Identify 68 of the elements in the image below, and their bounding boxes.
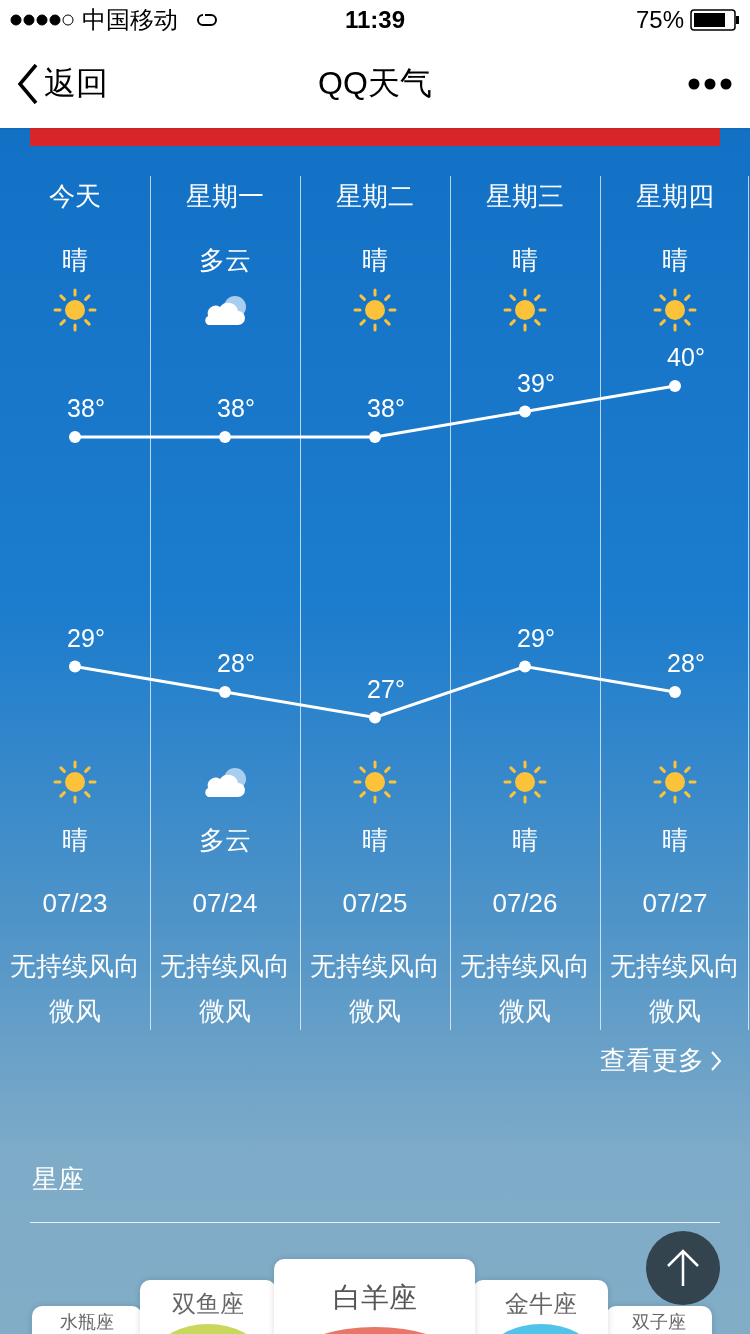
sign-card[interactable]: 双子座	[606, 1306, 712, 1334]
sign-card[interactable]: 水瓶座	[32, 1306, 142, 1334]
temperature-point	[669, 686, 681, 698]
temperature-point	[69, 431, 81, 443]
temperature-label: 28°	[217, 649, 255, 677]
temperature-label: 29°	[517, 623, 555, 652]
day-label: 星期一	[186, 179, 264, 213]
battery-icon	[690, 9, 740, 31]
sign-card[interactable]: 双鱼座	[140, 1280, 276, 1334]
temperature-label: 29°	[67, 623, 105, 652]
condition-label: 多云	[199, 243, 251, 277]
battery-percent: 75%	[635, 6, 684, 34]
temperature-label: 38°	[367, 394, 405, 422]
temperature-label: 28°	[667, 649, 705, 677]
condition-label: 晴	[512, 823, 538, 857]
back-button[interactable]: 返回	[0, 62, 108, 106]
wind-direction: 无持续风向	[160, 949, 290, 983]
date-label: 07/24	[192, 887, 258, 919]
condition-label: 晴	[512, 243, 538, 277]
condition-label: 晴	[362, 823, 388, 857]
chevron-right-icon	[710, 1049, 722, 1072]
page-title: QQ天气	[318, 64, 432, 103]
day-label: 星期二	[336, 179, 414, 213]
temperature-point	[219, 431, 231, 443]
sign-card[interactable]: 金牛座	[473, 1280, 608, 1334]
section-title: 星座	[32, 1163, 84, 1196]
temperature-label: 40°	[667, 343, 705, 371]
temperature-label: 27°	[367, 674, 405, 703]
date-label: 07/25	[342, 887, 408, 919]
temperature-point	[519, 660, 531, 673]
clock-time: 11:39	[344, 6, 406, 34]
arrow-up-icon	[666, 1249, 700, 1287]
condition-label: 晴	[62, 823, 88, 857]
temperature-point	[369, 431, 381, 443]
day-label: 星期三	[486, 179, 564, 213]
temperature-label: 38°	[217, 394, 255, 422]
wind-direction: 无持续风向	[10, 949, 140, 983]
day-label: 星期四	[636, 179, 714, 213]
wind-force: 微风	[49, 994, 101, 1028]
temperature-point	[369, 711, 381, 724]
wind-direction: 无持续风向	[610, 949, 740, 983]
date-label: 07/23	[42, 887, 108, 919]
wind-force: 微风	[199, 994, 251, 1028]
condition-label: 晴	[362, 243, 388, 277]
condition-label: 多云	[199, 823, 251, 857]
link-icon	[194, 11, 220, 29]
temperature-point	[519, 405, 531, 418]
wind-direction: 无持续风向	[460, 949, 590, 983]
day-label: 今天	[49, 179, 101, 213]
temperature-label: 39°	[517, 368, 555, 397]
wind-force: 微风	[649, 994, 701, 1028]
more-icon[interactable]	[688, 78, 732, 90]
temperature-point	[669, 380, 681, 392]
signal-icon	[10, 14, 76, 26]
condition-label: 晴	[62, 243, 88, 277]
temperature-label: 38°	[67, 394, 105, 422]
date-label: 07/27	[642, 887, 708, 919]
carrier-name: 中国移动	[82, 5, 178, 35]
temperature-point	[69, 660, 81, 673]
date-label: 07/26	[492, 887, 558, 919]
condition-label: 晴	[662, 823, 688, 857]
sign-card[interactable]: 白羊座	[274, 1259, 475, 1334]
wind-direction: 无持续风向	[310, 949, 440, 983]
back-icon	[16, 63, 40, 105]
condition-label: 晴	[662, 243, 688, 277]
wind-force: 微风	[499, 994, 551, 1028]
temperature-point	[219, 686, 231, 698]
wind-force: 微风	[349, 994, 401, 1028]
